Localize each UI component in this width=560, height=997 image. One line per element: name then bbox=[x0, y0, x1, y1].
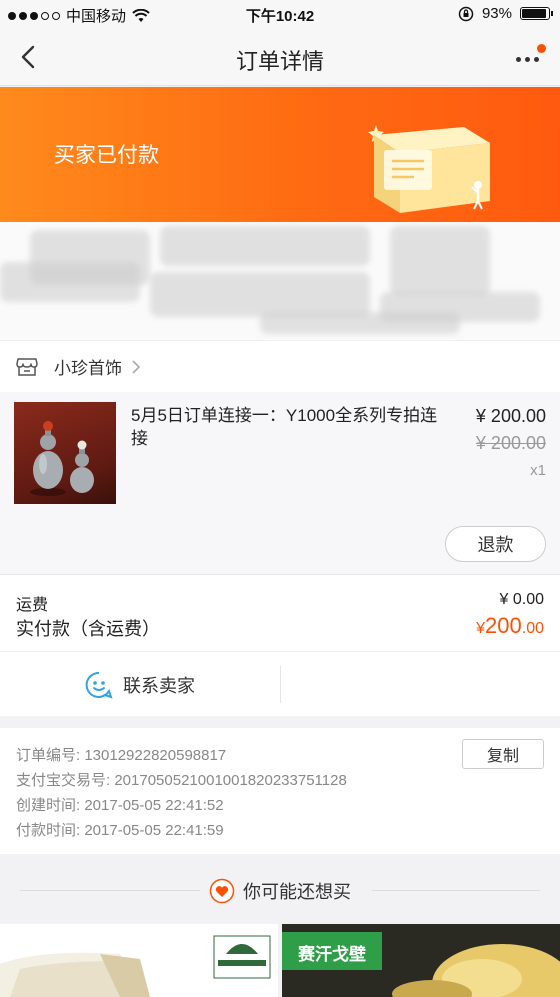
paid-label: 实付款（含运费） bbox=[16, 619, 160, 639]
heart-icon bbox=[209, 878, 235, 904]
nav-bar: 订单详情 bbox=[0, 30, 560, 86]
battery-percent: 93% bbox=[481, 5, 512, 22]
more-dots-icon bbox=[516, 57, 539, 62]
orientation-lock-icon bbox=[458, 6, 474, 21]
paid-time: 付款时间: 2017-05-05 22:41:59 bbox=[16, 822, 224, 839]
recommend-card[interactable]: 赛汗戈壁 bbox=[282, 924, 560, 997]
contact-bar: 联系卖家 bbox=[0, 651, 560, 716]
notification-dot bbox=[537, 44, 546, 53]
paid-integer: 200 bbox=[485, 613, 522, 638]
product-price: ¥ 200.00 bbox=[475, 406, 546, 426]
order-info: 订单编号: 13012922820598817 支付宝交易号: 20170505… bbox=[0, 728, 560, 854]
order-totals: 运费 ¥ 0.00 实付款（含运费） ¥200.00 bbox=[0, 574, 560, 651]
shop-row[interactable]: 小珍首饰 bbox=[0, 340, 560, 392]
refund-button[interactable]: 退款 bbox=[445, 526, 546, 562]
paid-decimal: .00 bbox=[521, 620, 544, 637]
status-bar: 中国移动 下午10:42 93% bbox=[0, 0, 560, 30]
chat-face-icon bbox=[85, 671, 113, 699]
product-image[interactable] bbox=[14, 402, 116, 504]
battery-icon bbox=[520, 7, 553, 20]
shop-name: 小珍首饰 bbox=[54, 359, 122, 378]
contact-seller-button[interactable]: 联系卖家 bbox=[0, 652, 280, 717]
alipay-transaction-number: 支付宝交易号: 2017050521001001820233751128 bbox=[16, 772, 347, 789]
more-options-button[interactable] bbox=[512, 44, 546, 74]
chevron-right-icon bbox=[132, 359, 141, 374]
redacted-address bbox=[0, 222, 560, 340]
created-time: 创建时间: 2017-05-05 22:41:52 bbox=[16, 797, 224, 814]
store-icon bbox=[16, 357, 38, 376]
product-original-price: ¥ 200.00 bbox=[475, 433, 546, 453]
product-item[interactable]: 5月5日订单连接一：Y1000全系列专拍连接 ¥ 200.00 ¥ 200.00… bbox=[0, 392, 560, 574]
recommend-card[interactable] bbox=[0, 924, 278, 997]
package-illustration-icon bbox=[368, 125, 490, 213]
copy-button[interactable]: 复制 bbox=[462, 739, 544, 769]
page-title: 订单详情 bbox=[235, 49, 324, 74]
order-status-text: 买家已付款 bbox=[54, 144, 159, 167]
brand-logo-text: 赛汗戈壁 bbox=[297, 944, 366, 965]
recommend-cards: 赛汗戈壁 bbox=[0, 924, 560, 997]
paid-currency: ¥ bbox=[476, 620, 486, 637]
product-quantity: x1 bbox=[530, 462, 546, 479]
shipping-label: 运费 bbox=[16, 597, 49, 614]
product-title[interactable]: 5月5日订单连接一：Y1000全系列专拍连接 bbox=[131, 404, 447, 450]
paid-amount: ¥200.00 bbox=[476, 613, 544, 639]
recommend-title: 你可能还想买 bbox=[243, 882, 351, 902]
contact-seller-label: 联系卖家 bbox=[123, 675, 195, 696]
shipping-value: ¥ 0.00 bbox=[499, 591, 544, 608]
recommend-header: 你可能还想买 bbox=[0, 866, 560, 914]
order-status-banner: 买家已付款 bbox=[0, 87, 560, 222]
order-number: 订单编号: 13012922820598817 bbox=[16, 747, 227, 764]
vertical-divider bbox=[280, 666, 281, 703]
